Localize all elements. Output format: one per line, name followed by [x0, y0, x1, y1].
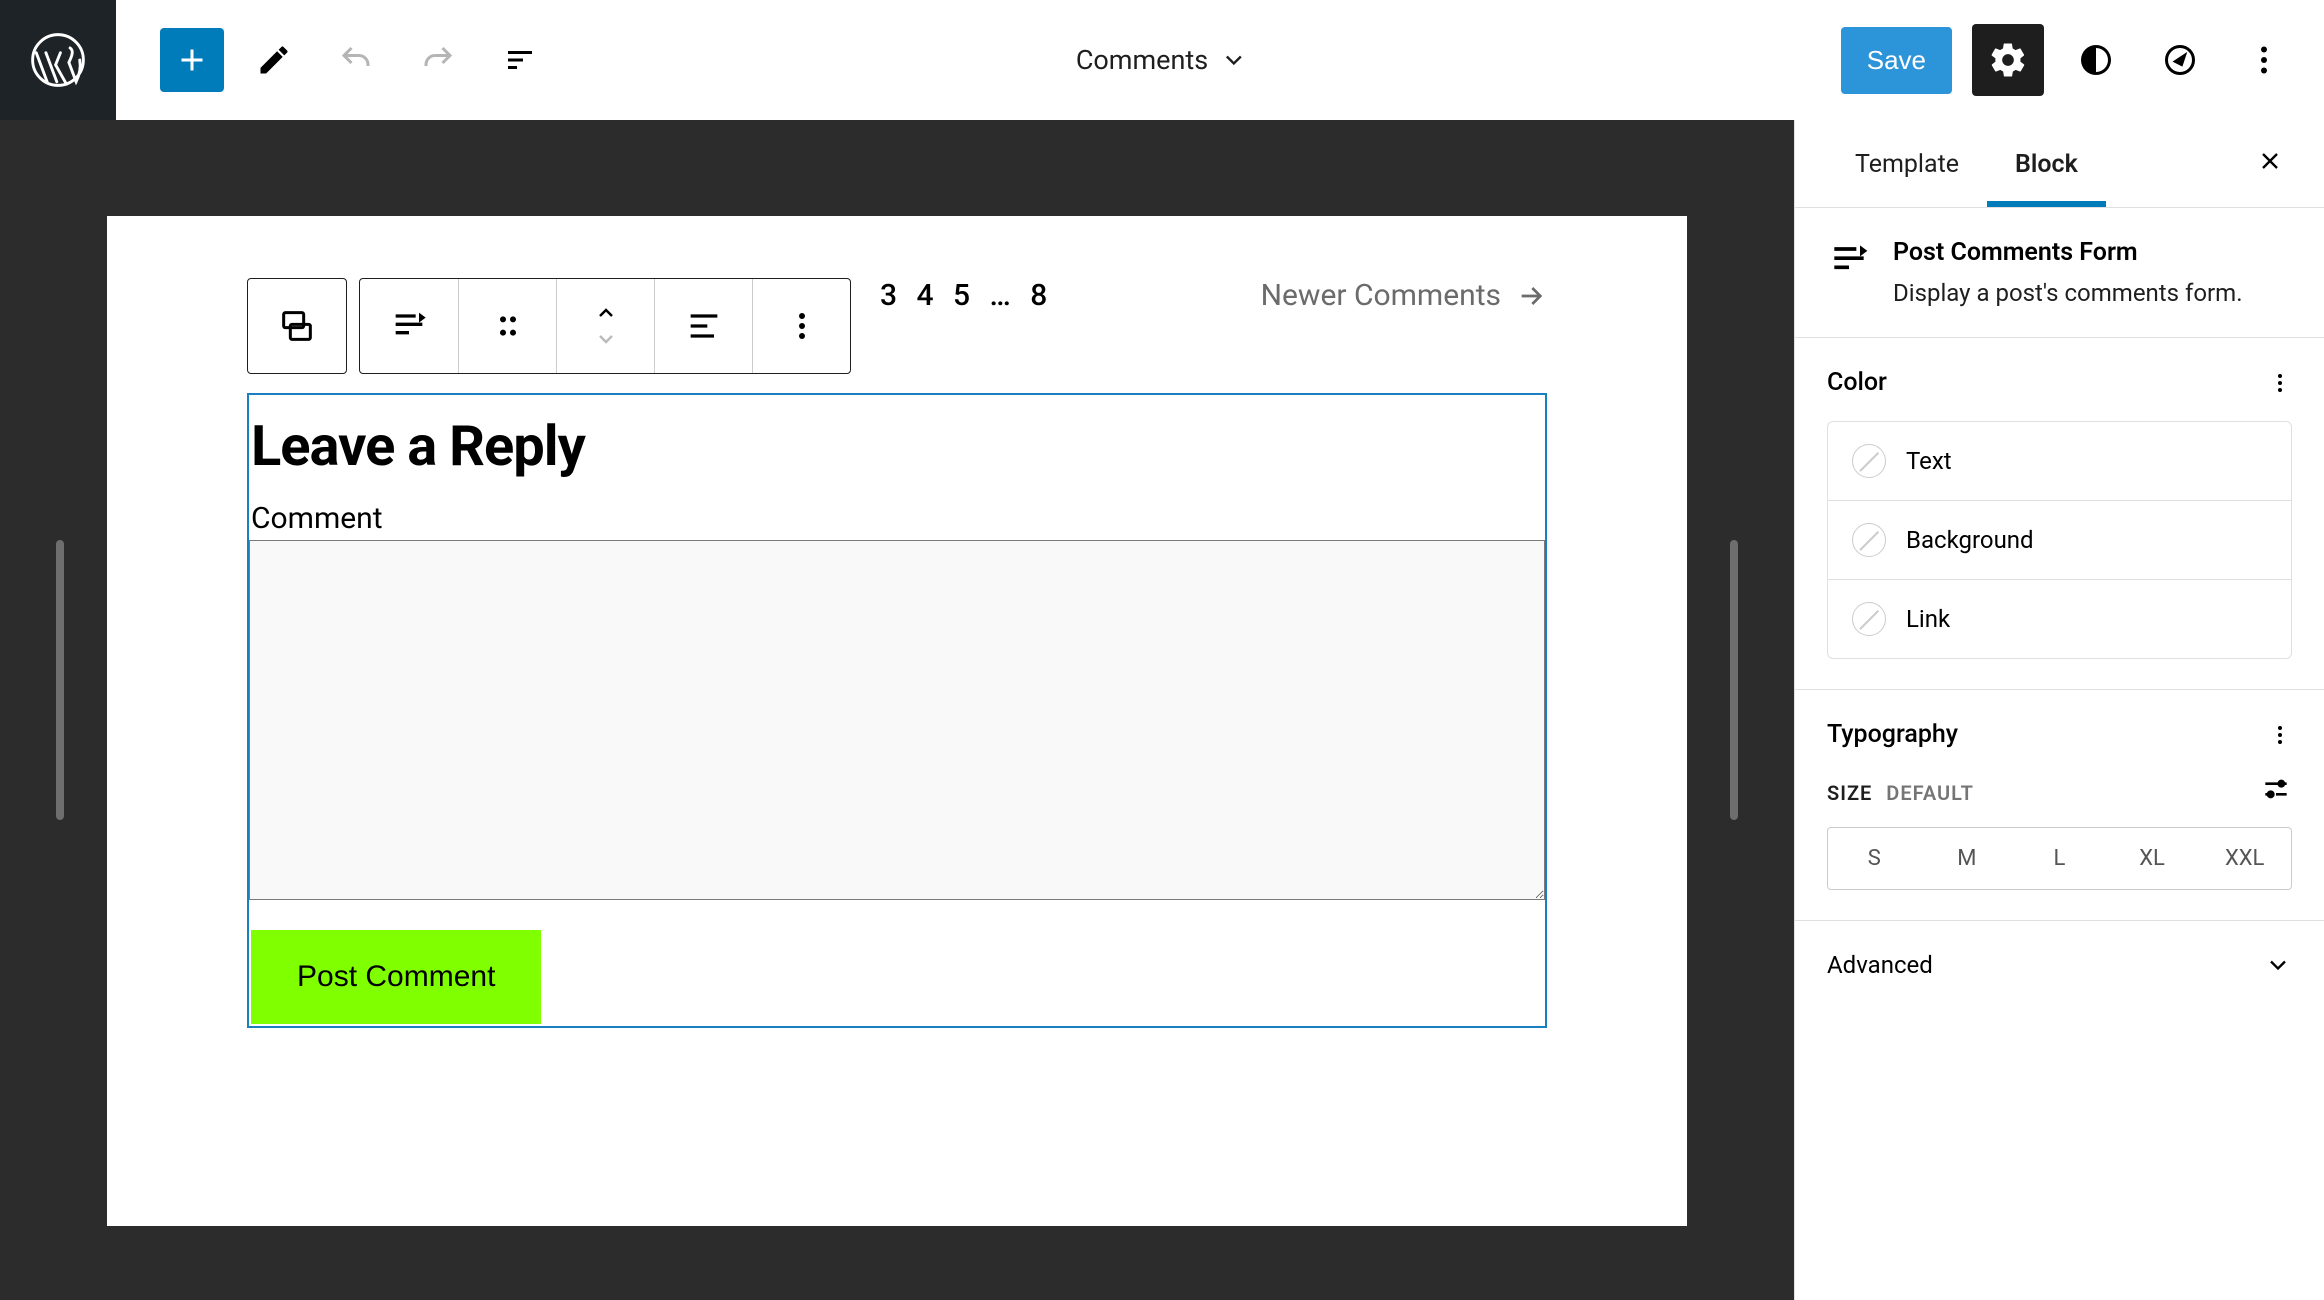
color-text-label: Text [1906, 447, 1952, 475]
color-background-row[interactable]: Background [1828, 500, 2291, 579]
align-button[interactable] [654, 279, 752, 373]
newer-comments-label: Newer Comments [1261, 278, 1501, 313]
advanced-label: Advanced [1827, 951, 1933, 979]
resize-handle-left[interactable] [56, 540, 64, 820]
block-info-panel: Post Comments Form Display a post's comm… [1795, 208, 2324, 338]
empty-swatch-icon [1852, 602, 1886, 636]
color-panel-options[interactable] [2268, 371, 2292, 395]
block-toolbar-main-group [359, 278, 851, 374]
form-heading: Leave a Reply [249, 395, 1545, 501]
size-xxl[interactable]: XXL [2198, 828, 2291, 889]
gear-icon [1988, 40, 2028, 80]
sidebar-tabs: Template Block [1795, 120, 2324, 208]
color-list: Text Background Link [1827, 421, 2292, 659]
undo-icon [338, 42, 374, 78]
close-icon [2256, 147, 2284, 175]
document-title: Comments [1076, 44, 1208, 76]
settings-sidebar: Template Block Post Comments Form Displa… [1794, 120, 2324, 1300]
color-background-label: Background [1906, 526, 2034, 554]
block-toolbar [247, 278, 863, 374]
drag-handle[interactable] [458, 279, 556, 373]
block-info-description: Display a post's comments form. [1893, 279, 2243, 307]
editor-canvas-wrapper: 1 2 3 4 5 … 8 Newer Comments Leave a Rep… [0, 120, 1794, 1300]
arrow-right-icon [1515, 280, 1547, 312]
tab-block[interactable]: Block [1987, 120, 2106, 207]
editor-canvas[interactable]: 1 2 3 4 5 … 8 Newer Comments Leave a Rep… [107, 216, 1687, 1226]
select-parent-button[interactable] [248, 279, 346, 373]
advanced-panel-toggle[interactable]: Advanced [1795, 921, 2324, 1009]
post-comment-button[interactable]: Post Comment [251, 930, 541, 1024]
plus-icon [174, 42, 210, 78]
typography-panel: Typography SIZE DEFAULT S M L XL XXL [1795, 690, 2324, 920]
document-overview-button[interactable] [488, 28, 552, 92]
color-link-label: Link [1906, 605, 1950, 633]
move-down-icon[interactable] [594, 327, 618, 351]
options-button[interactable] [2232, 28, 2296, 92]
size-s[interactable]: S [1828, 828, 1921, 889]
drag-icon [488, 306, 528, 346]
redo-button[interactable] [406, 28, 470, 92]
typography-panel-options[interactable] [2268, 723, 2292, 747]
size-xl[interactable]: XL [2106, 828, 2199, 889]
document-title-dropdown[interactable]: Comments [1076, 44, 1248, 76]
styles-button[interactable] [2064, 28, 2128, 92]
block-info-title: Post Comments Form [1893, 238, 2243, 267]
list-icon [502, 42, 538, 78]
toolbar-right: Save [1841, 24, 2324, 96]
redo-icon [420, 42, 456, 78]
comment-field-label: Comment [249, 501, 1545, 536]
color-link-row[interactable]: Link [1828, 579, 2291, 658]
chevron-down-icon [1220, 46, 1248, 74]
dots-vertical-icon [2268, 723, 2292, 747]
empty-swatch-icon [1852, 444, 1886, 478]
wordpress-logo[interactable] [0, 0, 116, 120]
empty-swatch-icon [1852, 523, 1886, 557]
save-button[interactable]: Save [1841, 27, 1952, 94]
toolbar-left [116, 28, 552, 92]
dots-vertical-icon [2246, 42, 2282, 78]
move-up-icon[interactable] [594, 301, 618, 325]
color-panel-title: Color [1827, 368, 1887, 397]
undo-button[interactable] [324, 28, 388, 92]
add-block-button[interactable] [160, 28, 224, 92]
custom-size-toggle[interactable] [2260, 773, 2292, 811]
size-m[interactable]: M [1921, 828, 2014, 889]
edit-tool-button[interactable] [242, 28, 306, 92]
size-default-label: DEFAULT [1886, 781, 1974, 805]
dots-vertical-icon [2268, 371, 2292, 395]
size-l[interactable]: L [2013, 828, 2106, 889]
size-button-group: S M L XL XXL [1827, 827, 2292, 890]
contrast-icon [2078, 42, 2114, 78]
top-toolbar: Comments Save [0, 0, 2324, 120]
align-icon [684, 306, 724, 346]
newer-comments-link[interactable]: Newer Comments [1261, 278, 1547, 313]
comments-pagination: 1 2 3 4 5 … 8 Newer Comments [247, 278, 1547, 313]
block-toolbar-parent-group [247, 278, 347, 374]
block-type-icon [1827, 238, 1871, 282]
color-text-row[interactable]: Text [1828, 422, 2291, 500]
close-sidebar-button[interactable] [2248, 137, 2292, 191]
chevron-down-icon [2264, 951, 2292, 979]
move-buttons [556, 279, 654, 373]
resize-handle-right[interactable] [1730, 540, 1738, 820]
post-comments-form-icon [389, 306, 429, 346]
block-options-button[interactable] [752, 279, 850, 373]
dots-vertical-icon [782, 306, 822, 346]
color-panel: Color Text Background Link [1795, 338, 2324, 690]
wordpress-icon [29, 31, 87, 89]
comments-block-icon [277, 306, 317, 346]
post-comments-form-block[interactable]: Leave a Reply Comment Post Comment [247, 393, 1547, 1028]
typography-panel-title: Typography [1827, 720, 1958, 749]
pencil-icon [256, 42, 292, 78]
settings-button[interactable] [1972, 24, 2044, 96]
view-button[interactable] [2148, 28, 2212, 92]
comment-textarea[interactable] [249, 540, 1545, 900]
post-comments-form-icon [1827, 238, 1871, 282]
main-area: 1 2 3 4 5 … 8 Newer Comments Leave a Rep… [0, 120, 2324, 1300]
compass-icon [2162, 42, 2198, 78]
block-type-button[interactable] [360, 279, 458, 373]
sliders-icon [2260, 773, 2292, 805]
size-label: SIZE [1827, 781, 1872, 805]
tab-template[interactable]: Template [1827, 120, 1987, 207]
